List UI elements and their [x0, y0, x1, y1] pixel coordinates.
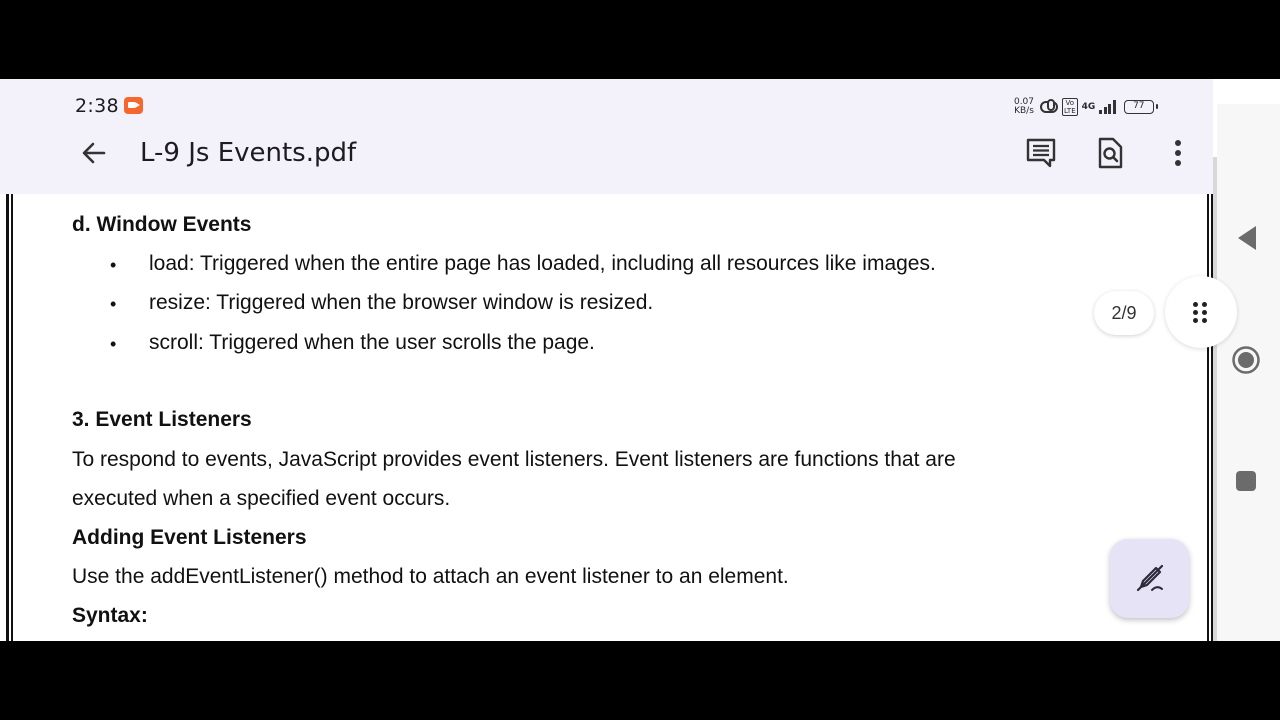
bullet-item: load: Triggered when the entire page has… — [149, 252, 936, 275]
comment-icon — [1026, 138, 1056, 168]
back-button[interactable] — [78, 137, 110, 169]
drag-dots-icon — [1193, 302, 1209, 324]
volte-label-bottom: LTE — [1064, 107, 1076, 115]
page-grid-button[interactable] — [1165, 276, 1237, 348]
status-icons: 0.07 KB/s Vo LTE 4G 77 — [1012, 96, 1158, 118]
phone-screen: 2:38 0.07 KB/s Vo LTE 4G 77 L-9 Js Event… — [0, 79, 1280, 641]
letterbox-top — [0, 0, 1280, 79]
paragraph-line: executed when a specified event occurs. — [72, 487, 451, 510]
signal-icon — [1099, 100, 1116, 114]
nav-home-button[interactable] — [1231, 345, 1261, 375]
battery-level: 77 — [1133, 101, 1145, 111]
syntax-heading: Syntax: — [72, 604, 148, 627]
paragraph-line: Use the addEventListener() method to att… — [72, 565, 789, 588]
bullet-marker: • — [110, 255, 117, 275]
bullet-item: resize: Triggered when the browser windo… — [149, 291, 654, 314]
edit-pen-icon — [1136, 564, 1164, 592]
find-in-page-button[interactable] — [1093, 136, 1127, 170]
hotspot-icon — [1040, 99, 1058, 113]
volte-label-top: Vo — [1065, 99, 1075, 107]
battery-icon: 77 — [1123, 100, 1158, 114]
more-options-button[interactable] — [1161, 136, 1195, 170]
network-speed: 0.07 KB/s — [1012, 98, 1036, 116]
nav-back-button[interactable] — [1236, 225, 1258, 251]
circle-home-icon — [1232, 346, 1260, 374]
paragraph-line: To respond to events, JavaScript provide… — [72, 448, 956, 471]
page-indicator: 2/9 — [1094, 291, 1154, 335]
network-speed-unit: KB/s — [1014, 106, 1034, 116]
arrow-left-icon — [82, 142, 106, 164]
section-heading: 3. Event Listeners — [72, 408, 252, 431]
more-vert-icon — [1175, 140, 1181, 166]
section-heading: d. Window Events — [72, 213, 252, 236]
document-viewport[interactable]: d. Window Events • load: Triggered when … — [0, 194, 1213, 641]
page-border — [6, 194, 9, 641]
app-bar: 2:38 0.07 KB/s Vo LTE 4G 77 L-9 Js Event… — [0, 79, 1213, 194]
network-type: 4G — [1081, 101, 1096, 112]
comments-button[interactable] — [1024, 136, 1058, 170]
triangle-back-icon — [1238, 226, 1256, 250]
page-border — [11, 194, 13, 641]
volte-icon: Vo LTE — [1062, 98, 1078, 116]
find-in-page-icon — [1098, 137, 1123, 169]
nav-recents-button[interactable] — [1236, 471, 1256, 491]
bullet-item: scroll: Triggered when the user scrolls … — [149, 331, 595, 354]
subsection-heading: Adding Event Listeners — [72, 526, 307, 549]
annotate-button[interactable] — [1110, 539, 1189, 618]
status-time: 2:38 — [75, 95, 119, 117]
screen-record-icon — [124, 97, 143, 114]
bullet-marker: • — [110, 294, 117, 314]
bullet-marker: • — [110, 334, 117, 354]
letterbox-bottom — [0, 641, 1280, 720]
document-title: L-9 Js Events.pdf — [140, 138, 357, 168]
page-border — [1207, 194, 1209, 641]
